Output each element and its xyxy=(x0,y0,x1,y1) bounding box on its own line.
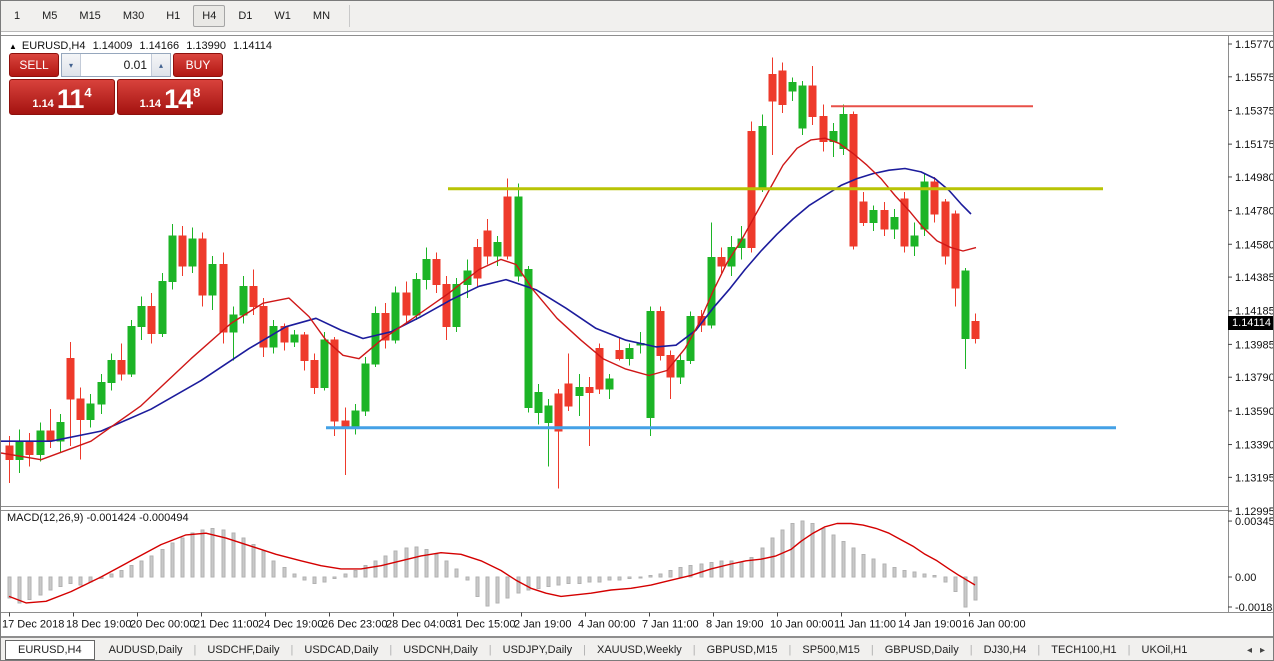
tab-scroll-left-button[interactable]: ◂ xyxy=(1247,645,1252,656)
svg-text:1.13985: 1.13985 xyxy=(1235,339,1274,351)
svg-text:20 Dec 00:00: 20 Dec 00:00 xyxy=(130,619,195,631)
chart-tab-ukoil-h1[interactable]: UKOil,H1 xyxy=(1132,640,1198,660)
collapse-triangle-icon[interactable]: ▲ xyxy=(9,42,17,51)
chart-tab-xauusd-weekly[interactable]: XAUUSD,Weekly xyxy=(587,640,692,660)
tab-separator: | xyxy=(389,644,392,656)
svg-text:1.13790: 1.13790 xyxy=(1235,372,1274,384)
svg-text:2 Jan 19:00: 2 Jan 19:00 xyxy=(514,619,572,631)
current-price-badge: 1.14114 xyxy=(1228,316,1274,330)
sell-price-display[interactable]: 1.14 11 4 xyxy=(9,79,115,115)
volume-decrease-button[interactable]: ▾ xyxy=(62,54,81,76)
ohlc-low: 1.13990 xyxy=(186,40,226,52)
svg-text:18 Dec 19:00: 18 Dec 19:00 xyxy=(66,619,131,631)
macd-indicator-label: MACD(12,26,9) -0.001424 -0.000494 xyxy=(7,512,189,524)
ohlc-high: 1.14166 xyxy=(139,40,179,52)
chart-tab-dj30-h4[interactable]: DJ30,H4 xyxy=(974,640,1037,660)
chart-symbol: EURUSD,H4 xyxy=(22,40,86,52)
mt4-window: 1M5M15M30H1H4D1W1MN 1.157701.155751.1537… xyxy=(0,0,1274,661)
chart-tab-usdcad-daily[interactable]: USDCAD,Daily xyxy=(294,640,388,660)
svg-text:4 Jan 00:00: 4 Jan 00:00 xyxy=(578,619,636,631)
chart-tab-audusd-daily[interactable]: AUDUSD,Daily xyxy=(99,640,193,660)
svg-text:31 Dec 15:00: 31 Dec 15:00 xyxy=(450,619,515,631)
svg-text:1.15375: 1.15375 xyxy=(1235,105,1274,117)
sell-button[interactable]: SELL xyxy=(9,53,59,77)
svg-text:1.15175: 1.15175 xyxy=(1235,139,1274,151)
svg-text:21 Dec 11:00: 21 Dec 11:00 xyxy=(194,619,259,631)
sell-price-small: 1.14 xyxy=(32,98,53,111)
chart-tab-usdcnh-daily[interactable]: USDCNH,Daily xyxy=(393,640,488,660)
tab-separator: | xyxy=(789,644,792,656)
svg-text:28 Dec 04:00: 28 Dec 04:00 xyxy=(386,619,451,631)
svg-text:26 Dec 23:00: 26 Dec 23:00 xyxy=(322,619,387,631)
volume-spinner: ▾ ▴ xyxy=(61,53,171,77)
svg-text:14 Jan 19:00: 14 Jan 19:00 xyxy=(898,619,962,631)
buy-price-sup: 8 xyxy=(193,87,200,99)
svg-text:24 Dec 19:00: 24 Dec 19:00 xyxy=(258,619,323,631)
svg-text:1.15575: 1.15575 xyxy=(1235,72,1274,84)
tab-separator: | xyxy=(194,644,197,656)
svg-text:1.14980: 1.14980 xyxy=(1235,172,1274,184)
chart-tab-gbpusd-m15[interactable]: GBPUSD,M15 xyxy=(697,640,788,660)
tab-scroll-right-button[interactable]: ▸ xyxy=(1260,645,1265,656)
buy-price-small: 1.14 xyxy=(140,98,161,111)
tab-separator: | xyxy=(693,644,696,656)
svg-text:0.00: 0.00 xyxy=(1235,572,1256,584)
chart-ohlc-header: ▲ EURUSD,H4 1.14009 1.14166 1.13990 1.141… xyxy=(9,40,276,52)
tab-separator: | xyxy=(970,644,973,656)
chart-tab-bar: EURUSD,H4AUDUSD,Daily|USDCHF,Daily|USDCA… xyxy=(1,637,1273,661)
svg-text:11 Jan 11:00: 11 Jan 11:00 xyxy=(834,619,896,631)
volume-input[interactable] xyxy=(81,54,151,76)
tab-separator: | xyxy=(871,644,874,656)
svg-text:0.003452: 0.003452 xyxy=(1235,516,1274,528)
chart-tab-usdchf-daily[interactable]: USDCHF,Daily xyxy=(197,640,289,660)
tab-separator: | xyxy=(1128,644,1131,656)
ohlc-close: 1.14114 xyxy=(233,40,272,52)
chart-tab-eurusd-h4[interactable]: EURUSD,H4 xyxy=(5,640,95,660)
buy-price-display[interactable]: 1.14 14 8 xyxy=(117,79,223,115)
svg-text:16 Jan 00:00: 16 Jan 00:00 xyxy=(962,619,1026,631)
svg-text:7 Jan 11:00: 7 Jan 11:00 xyxy=(642,619,699,631)
volume-increase-button[interactable]: ▴ xyxy=(151,54,170,76)
svg-text:10 Jan 00:00: 10 Jan 00:00 xyxy=(770,619,834,631)
sell-price-big: 11 xyxy=(57,87,84,111)
chart-tab-sp500-m15[interactable]: SP500,M15 xyxy=(792,640,869,660)
svg-text:-0.001851: -0.001851 xyxy=(1235,602,1274,614)
chart-tab-gbpusd-daily[interactable]: GBPUSD,Daily xyxy=(875,640,969,660)
svg-text:1.13390: 1.13390 xyxy=(1235,440,1274,452)
svg-text:17 Dec 2018: 17 Dec 2018 xyxy=(2,619,64,631)
tab-separator: | xyxy=(489,644,492,656)
tab-separator: | xyxy=(583,644,586,656)
svg-text:1.14580: 1.14580 xyxy=(1235,239,1274,251)
tab-separator: | xyxy=(1037,644,1040,656)
buy-price-big: 14 xyxy=(164,87,192,111)
chart-tab-tech100-h1[interactable]: TECH100,H1 xyxy=(1041,640,1126,660)
sell-price-sup: 4 xyxy=(84,87,91,99)
svg-text:1.14385: 1.14385 xyxy=(1235,272,1274,284)
svg-text:8 Jan 19:00: 8 Jan 19:00 xyxy=(706,619,764,631)
svg-text:1.13590: 1.13590 xyxy=(1235,406,1274,418)
svg-text:1.14780: 1.14780 xyxy=(1235,206,1274,218)
ohlc-open: 1.14009 xyxy=(93,40,133,52)
svg-text:1.15770: 1.15770 xyxy=(1235,39,1274,51)
tab-separator: | xyxy=(291,644,294,656)
buy-button[interactable]: BUY xyxy=(173,53,223,77)
one-click-trading-panel: SELL ▾ ▴ BUY 1.14 11 4 1.14 14 8 xyxy=(9,53,223,115)
svg-text:1.13195: 1.13195 xyxy=(1235,472,1274,484)
chart-tab-usdjpy-daily[interactable]: USDJPY,Daily xyxy=(493,640,583,660)
